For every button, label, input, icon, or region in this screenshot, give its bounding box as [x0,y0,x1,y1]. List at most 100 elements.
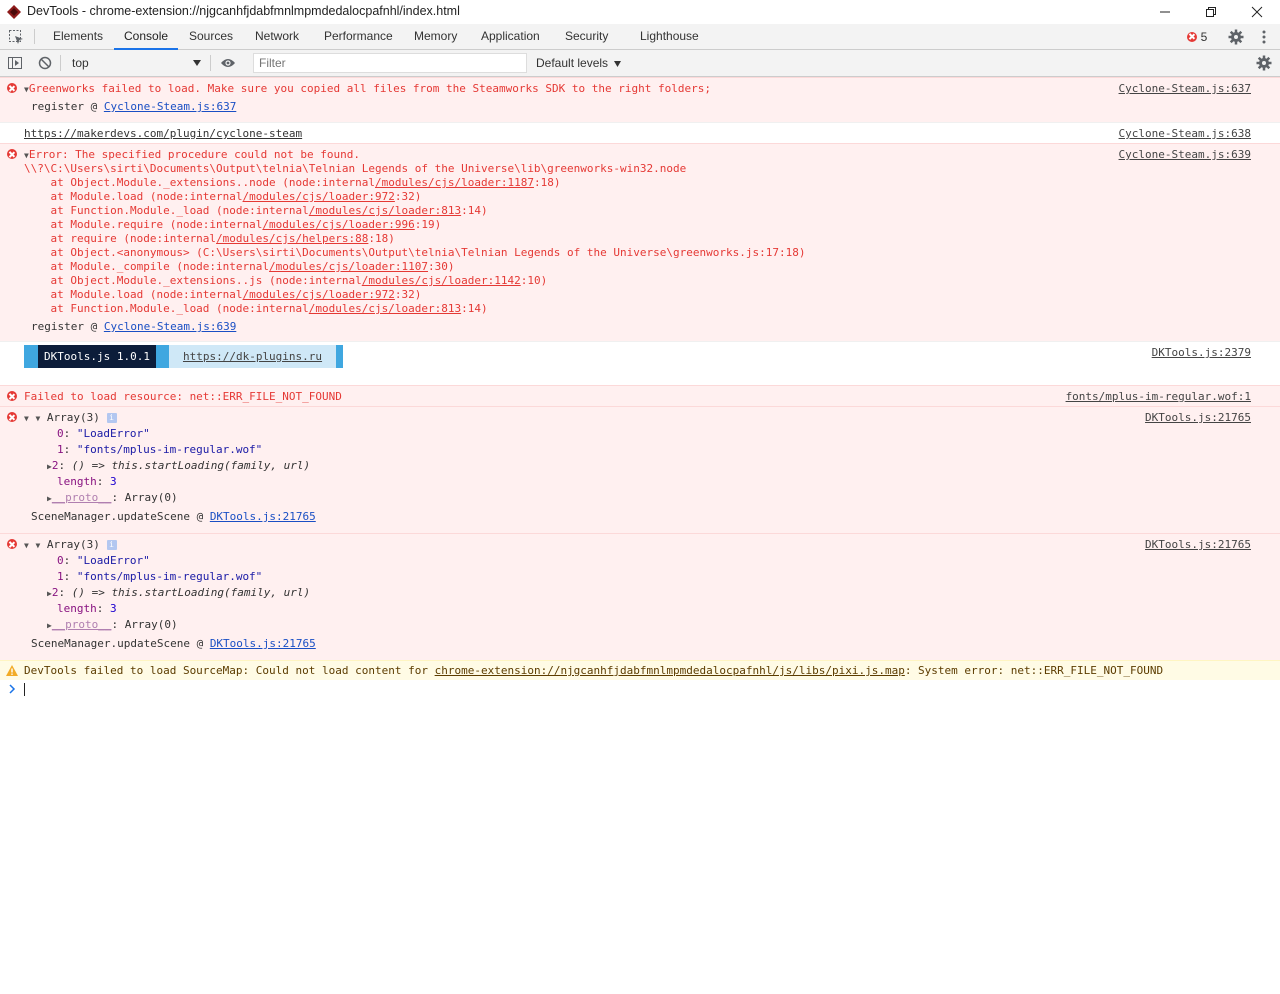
minimize-button[interactable] [1142,0,1188,24]
close-button[interactable] [1234,0,1280,24]
error-count: 5 [1200,29,1208,44]
message-source-link[interactable]: Cyclone-Steam.js:637 [1119,82,1251,95]
message-source-link[interactable]: Cyclone-Steam.js:639 [1119,148,1251,161]
error-counter[interactable]: 5 [1184,24,1210,49]
message-text: Failed to load resource: net::ERR_FILE_N… [24,390,342,403]
stack-frame: at Object.Module._extensions..js (node:i… [24,274,548,287]
stack-frame: at Function.Module._load (node:internal/… [24,204,488,217]
live-expression-button[interactable] [218,50,238,76]
array-header[interactable]: ▼ ▼ Array(3) i [24,538,117,551]
inspect-element-button[interactable] [5,24,27,49]
window-title-bar: DevTools - chrome-extension://njgcanhfjd… [0,0,1280,24]
expand-triangle-icon: ▼ [35,541,41,550]
stack-frame-link[interactable]: /modules/cjs/loader:996 [262,218,414,231]
clear-console-button[interactable] [35,50,55,76]
eye-icon [221,59,235,67]
clear-console-icon [38,56,52,70]
message-source-link[interactable]: Cyclone-Steam.js:638 [1119,127,1251,140]
context-value: top [72,56,89,70]
message-source-link[interactable]: DKTools.js:21765 [1145,538,1251,551]
banner-stripe [24,345,38,368]
message-text[interactable]: ▼Greenworks failed to load. Make sure yo… [24,82,711,95]
toolbar-divider [210,55,211,71]
tab-sources[interactable]: Sources [189,24,233,49]
message-text[interactable]: ▼Error: The specified procedure could no… [24,148,360,161]
stack-frame-link[interactable]: /modules/cjs/loader:1187 [375,176,534,189]
gear-icon [1256,55,1272,71]
stack-frame-link[interactable]: /modules/cjs/loader:972 [243,190,395,203]
array-entry: 0: "LoadError" [57,427,150,440]
stack-trace-link[interactable]: Cyclone-Steam.js:637 [104,100,236,113]
message-source-link[interactable]: DKTools.js:21765 [1145,411,1251,424]
toolbar-divider [60,55,61,71]
expand-triangle-icon: ▼ [35,414,41,423]
banner-url-link[interactable]: https://dk-plugins.ru [168,345,337,368]
sourcemap-link[interactable]: chrome-extension://njgcanhfjdabfmnlmpmde… [435,664,905,677]
info-icon: i [106,540,117,550]
array-header[interactable]: ▼ ▼ Array(3) i [24,411,117,424]
stack-frame-link[interactable]: /modules/cjs/loader:813 [309,302,461,315]
message-url-link[interactable]: https://makerdevs.com/plugin/cyclone-ste… [24,127,302,140]
stack-frame-link[interactable]: /modules/cjs/loader:1142 [362,274,521,287]
array-proto-entry[interactable]: ▶__proto__: Array(0) [47,618,178,631]
array-entry-expandable[interactable]: ▶2: () => this.startLoading(family, url) [47,459,310,472]
stack-trace-link[interactable]: DKTools.js:21765 [210,510,316,523]
error-icon [7,412,17,422]
log-levels-label: Default levels [536,56,609,70]
stack-frame: at require (node:internal/modules/cjs/he… [24,232,395,245]
array-entry-expandable[interactable]: ▶2: () => this.startLoading(family, url) [47,586,310,599]
tab-console[interactable]: Console [113,24,179,50]
array-proto-entry[interactable]: ▶__proto__: Array(0) [47,491,178,504]
message-source-link[interactable]: fonts/mplus-im-regular.wof:1 [1066,390,1251,403]
tab-network[interactable]: Network [255,24,299,49]
tab-application[interactable]: Application [481,24,540,49]
stack-trace-line: SceneManager.updateScene @ DKTools.js:21… [31,637,316,650]
tab-lighthouse[interactable]: Lighthouse [640,24,699,49]
console-message-error: ▼ ▼ Array(3) i DKTools.js:21765 0: "Load… [0,406,1280,533]
more-options-button[interactable] [1256,24,1272,49]
stack-frame: at Module.require (node:internal/modules… [24,218,442,231]
stack-frame: at Object.Module._extensions..node (node… [24,176,561,189]
stack-frame-link[interactable]: /modules/cjs/helpers:88 [216,232,368,245]
error-icon [7,83,17,93]
tab-elements[interactable]: Elements [53,24,103,49]
stack-trace-link[interactable]: Cyclone-Steam.js:639 [104,320,236,333]
tab-performance[interactable]: Performance [324,24,393,49]
stack-frame: at Module._compile (node:internal/module… [24,260,455,273]
close-icon [1251,6,1263,18]
message-source-link[interactable]: DKTools.js:2379 [1152,346,1251,359]
tab-memory[interactable]: Memory [414,24,457,49]
console-message-error: ▼Error: The specified procedure could no… [0,143,1280,341]
stack-trace-line: SceneManager.updateScene @ DKTools.js:21… [31,510,316,523]
banner-stripe [336,345,344,368]
tab-security[interactable]: Security [565,24,608,49]
array-entry: length: 3 [57,602,117,615]
banner-plugin-name: DKTools.js 1.0.1 [38,345,156,368]
stack-frame-link[interactable]: /modules/cjs/loader:972 [243,288,395,301]
filter-input[interactable] [253,53,527,73]
stack-frame-link[interactable]: /modules/cjs/loader:1107 [269,260,428,273]
stack-trace-link[interactable]: DKTools.js:21765 [210,637,316,650]
error-path: \\?\C:\Users\sirti\Documents\Output\teln… [24,162,687,175]
devtools-app-icon [7,5,21,19]
stack-frame: at Function.Module._load (node:internal/… [24,302,488,315]
console-settings-button[interactable] [1255,50,1273,76]
console-message-log: https://makerdevs.com/plugin/cyclone-ste… [0,122,1280,143]
info-icon: i [106,413,117,423]
sidebar-toggle-button[interactable] [5,50,25,76]
settings-button[interactable] [1226,24,1246,49]
restore-button[interactable] [1188,0,1234,24]
devtools-tab-bar: Elements Console Sources Network Perform… [0,24,1280,50]
console-message-warning: DevTools failed to load SourceMap: Could… [0,660,1280,680]
error-icon [1186,31,1197,42]
warning-icon [6,665,18,676]
stack-frame: at Object.<anonymous> (C:\Users\sirti\Do… [24,246,806,259]
log-levels-dropdown[interactable]: Default levels [536,53,622,73]
minimize-icon [1160,11,1170,13]
console-message-error: ▼Greenworks failed to load. Make sure yo… [0,77,1280,122]
console-message-error: Failed to load resource: net::ERR_FILE_N… [0,385,1280,406]
stack-frame-link[interactable]: /modules/cjs/loader:813 [309,204,461,217]
context-selector[interactable]: top [64,53,204,73]
console-message-error: ▼ ▼ Array(3) i DKTools.js:21765 0: "Load… [0,533,1280,660]
console-input[interactable] [24,683,25,696]
